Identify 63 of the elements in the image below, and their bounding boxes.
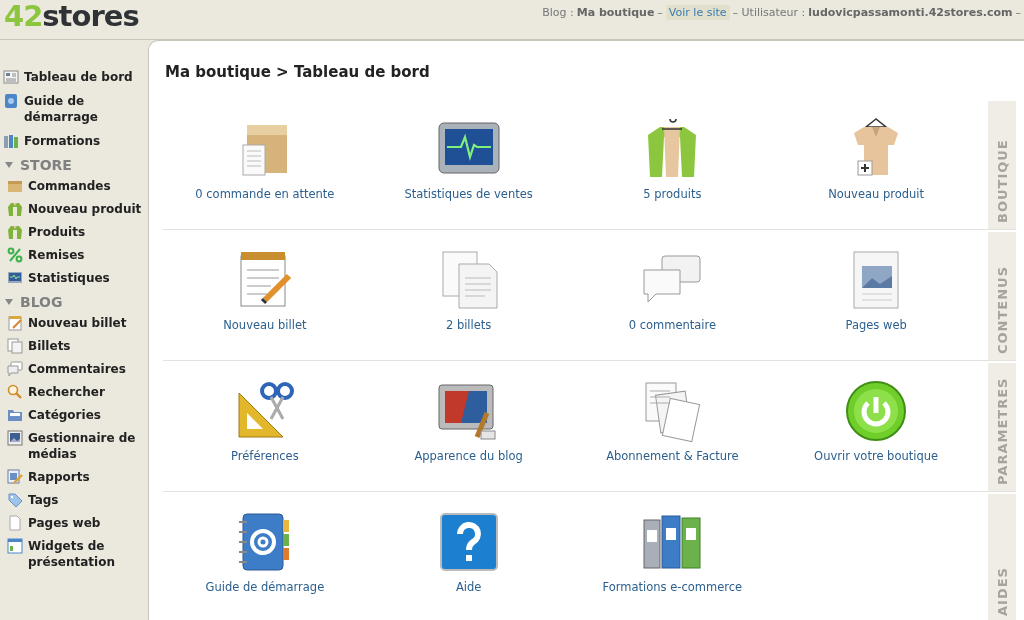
caret-icon[interactable] bbox=[4, 160, 14, 170]
sidebar-item[interactable]: Remises bbox=[28, 247, 85, 263]
separator: – bbox=[1015, 6, 1021, 19]
dashboard-link[interactable]: Nouveau billet bbox=[223, 318, 307, 332]
dashboard-link[interactable]: 2 billets bbox=[445, 318, 492, 332]
user-label: – Utilisateur : bbox=[732, 6, 806, 19]
view-site-link[interactable]: Voir le site bbox=[665, 5, 730, 20]
speech-bubbles-icon bbox=[7, 361, 23, 377]
dashboard-link[interactable]: Formations e-commerce bbox=[602, 580, 743, 594]
power-icon[interactable] bbox=[844, 379, 909, 443]
sidebar-item[interactable]: Billets bbox=[28, 338, 71, 354]
dashboard-link[interactable]: Ouvrir votre boutique bbox=[814, 449, 939, 463]
dashboard-icon bbox=[3, 69, 19, 85]
dashboard-link[interactable]: Aide bbox=[455, 580, 482, 594]
notepad-icon bbox=[7, 315, 23, 331]
sidebar-item[interactable]: Commentaires bbox=[28, 361, 126, 377]
dashboard-link[interactable]: Abonnement & Facture bbox=[606, 449, 739, 463]
sidebar-item[interactable]: Rapports bbox=[28, 469, 90, 485]
tag-icon bbox=[7, 492, 23, 508]
box-icon bbox=[7, 178, 23, 194]
sidebar-item[interactable]: Statistiques bbox=[28, 270, 110, 286]
sidebar-item[interactable]: Tableau de bord bbox=[24, 69, 133, 85]
search-icon bbox=[7, 384, 23, 400]
widget-icon bbox=[7, 538, 23, 554]
sidebar-item[interactable]: Guide de démarrage bbox=[24, 93, 148, 125]
sidebar-item[interactable]: Catégories bbox=[28, 407, 101, 423]
percent-icon bbox=[7, 247, 23, 263]
page-icon bbox=[7, 515, 23, 531]
folder-icon bbox=[7, 407, 23, 423]
sidebar-item[interactable]: Rechercher bbox=[28, 384, 105, 400]
shirt-icon bbox=[7, 201, 23, 217]
sidebar-item[interactable]: Nouveau produit bbox=[28, 201, 142, 217]
dashboard-link[interactable]: Guide de démarrage bbox=[205, 580, 325, 594]
sidebar-item[interactable]: Pages web bbox=[28, 515, 101, 531]
sidebar-item[interactable]: Formations bbox=[24, 133, 101, 149]
sidebar-item[interactable]: Commandes bbox=[28, 178, 111, 194]
user-name: ludovicpassamonti.42stores.com bbox=[808, 6, 1013, 19]
dashboard-link[interactable]: Statistiques de ventes bbox=[404, 187, 533, 201]
binders-icon bbox=[3, 133, 19, 149]
logo[interactable]: 42stores bbox=[4, 2, 139, 31]
dashboard-link[interactable]: Préférences bbox=[231, 449, 299, 463]
sidebar-item[interactable]: Nouveau billet bbox=[28, 315, 127, 331]
dashboard-link[interactable]: 0 commentaire bbox=[628, 318, 717, 332]
picture-icon bbox=[7, 430, 23, 446]
caret-icon[interactable] bbox=[4, 297, 14, 307]
blog-label: Blog : bbox=[542, 6, 574, 19]
page-title: Ma boutique > Tableau de bord bbox=[165, 63, 431, 81]
sidebar-item[interactable]: Widgets de présentation bbox=[28, 538, 148, 570]
dashboard-link[interactable]: 0 commande en attente bbox=[195, 187, 335, 201]
dashboard-link[interactable]: Apparence du blog bbox=[414, 449, 523, 463]
dashboard-link[interactable]: Pages web bbox=[845, 318, 907, 332]
sidebar-item[interactable]: Tags bbox=[28, 492, 59, 508]
sidebar-item[interactable]: Gestionnaire de médias bbox=[28, 430, 148, 462]
blog-name: Ma boutique bbox=[576, 6, 655, 19]
monitor-icon bbox=[7, 270, 23, 286]
book-icon bbox=[3, 93, 19, 109]
dashboard-link[interactable]: 5 produits bbox=[643, 187, 702, 201]
separator: – bbox=[657, 6, 663, 19]
chart-pencil-icon bbox=[7, 469, 23, 485]
shirt-icon bbox=[7, 224, 23, 240]
pages-icon bbox=[7, 338, 23, 354]
sidebar-item[interactable]: Produits bbox=[28, 224, 86, 240]
dashboard-link[interactable]: Nouveau produit bbox=[828, 187, 925, 201]
